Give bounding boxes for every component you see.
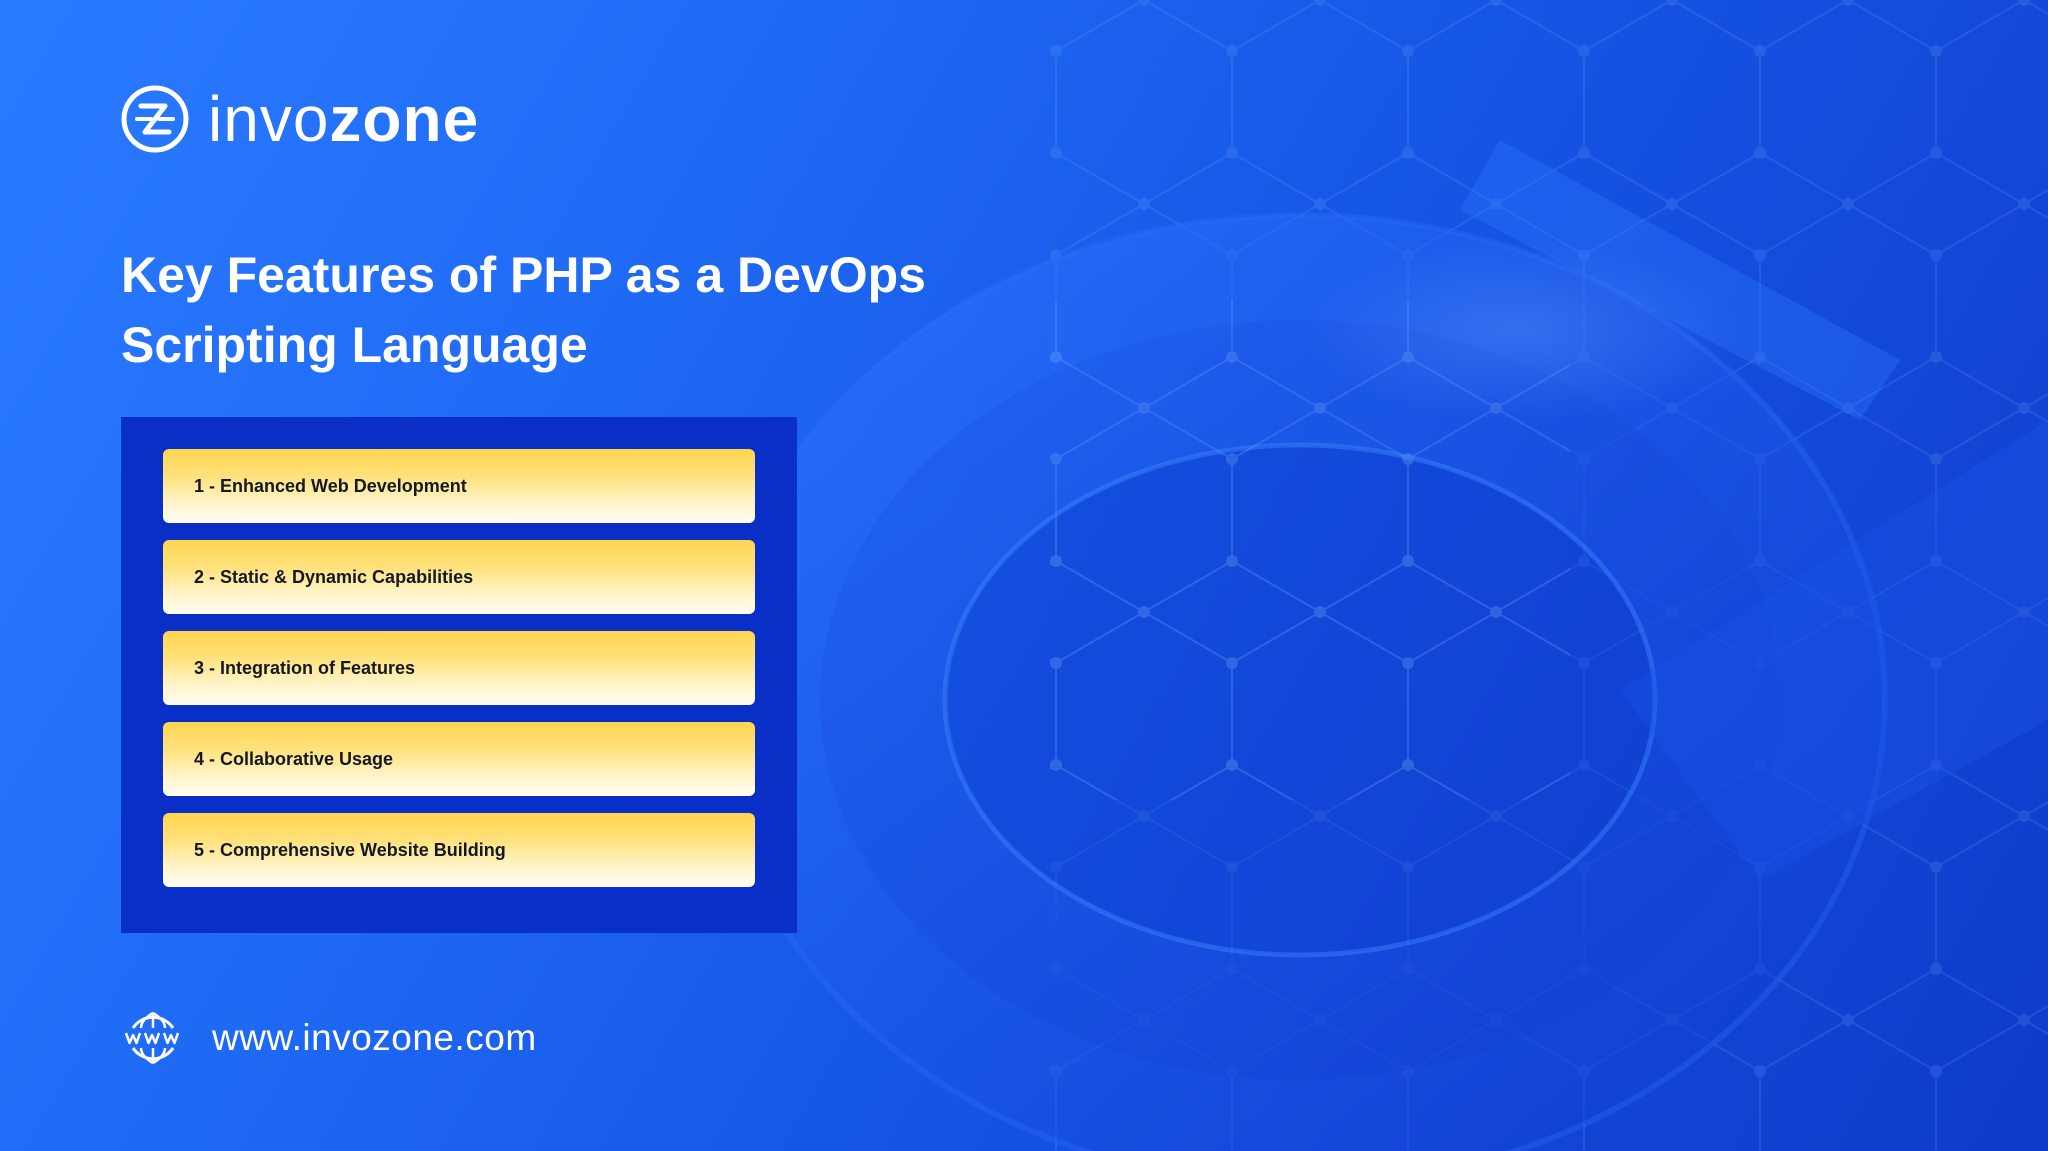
footer: www.invozone.com xyxy=(124,1010,537,1066)
feature-item-5: 5 - Comprehensive Website Building xyxy=(163,813,755,887)
invozone-logo-icon xyxy=(121,85,189,153)
brand-name-light: invo xyxy=(208,83,330,155)
feature-item-3: 3 - Integration of Features xyxy=(163,631,755,705)
feature-item-2: 2 - Static & Dynamic Capabilities xyxy=(163,540,755,614)
slide-title-line-2: Scripting Language xyxy=(121,317,588,373)
website-url-link[interactable]: www.invozone.com xyxy=(212,1017,537,1059)
brand-logo[interactable]: invozone xyxy=(120,84,479,154)
globe-www-icon xyxy=(124,1011,180,1065)
brand-wordmark: invozone xyxy=(208,84,479,154)
feature-item-4: 4 - Collaborative Usage xyxy=(163,722,755,796)
features-panel: 1 - Enhanced Web Development 2 - Static … xyxy=(121,417,797,933)
feature-item-1: 1 - Enhanced Web Development xyxy=(163,449,755,523)
slide-title-line-1: Key Features of PHP as a DevOps xyxy=(121,247,926,303)
brand-name-bold: zone xyxy=(329,83,480,155)
slide-title: Key Features of PHP as a DevOps Scriptin… xyxy=(121,240,1021,380)
